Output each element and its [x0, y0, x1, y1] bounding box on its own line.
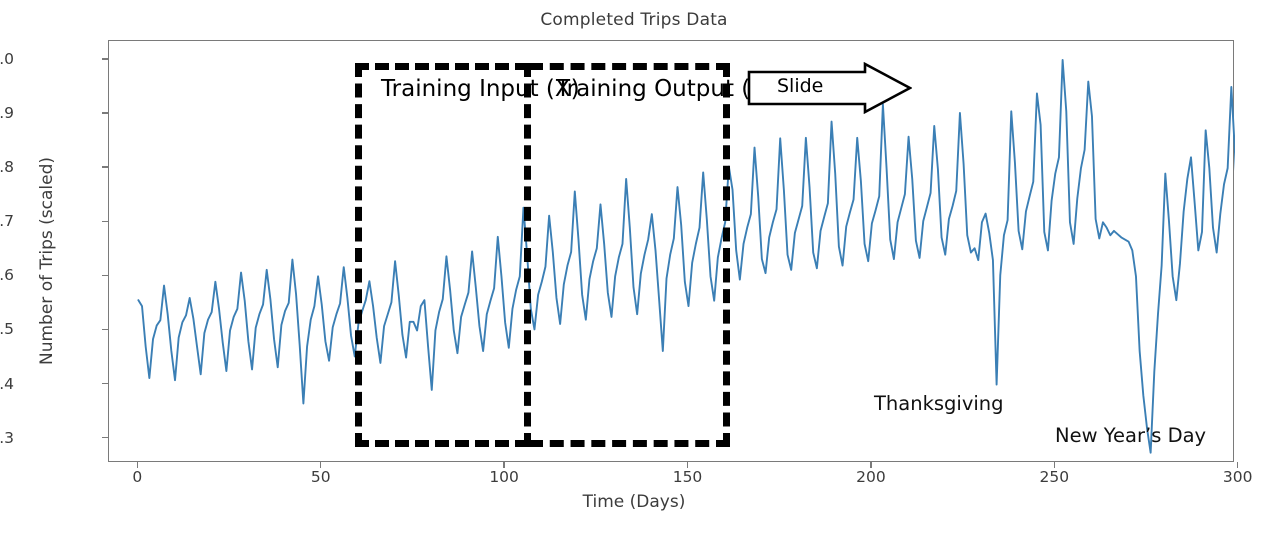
chart-figure: Completed Trips Data Number of Trips (sc…: [0, 0, 1268, 534]
y-axis-label: Number of Trips (scaled): [37, 157, 57, 365]
thanksgiving-annotation: Thanksgiving: [874, 392, 1004, 415]
training-output-label: Training Output (Y): [556, 76, 774, 102]
chart-title: Completed Trips Data: [540, 10, 728, 30]
slide-arrow: Slide: [747, 61, 913, 115]
x-tick-label: 0: [132, 468, 143, 486]
box-divider-line: [524, 63, 531, 447]
y-tick-label: 0.3: [0, 428, 14, 447]
y-tick-label: 0.8: [0, 158, 14, 177]
trips-line-series: [137, 58, 1235, 454]
x-tick-mark: [1237, 462, 1239, 468]
x-tick-label: 150: [672, 468, 703, 486]
series-path-completed-trips: [137, 58, 1235, 454]
slide-arrow-icon: [747, 61, 913, 115]
training-input-label: Training Input (X): [381, 76, 580, 102]
x-tick-label: 250: [1039, 468, 1070, 486]
y-tick-label: 0.7: [0, 212, 14, 231]
y-tick-label: 0.9: [0, 104, 14, 123]
slide-arrow-label: Slide: [777, 75, 824, 97]
x-tick-label: 200: [856, 468, 886, 486]
x-tick-label: 300: [1222, 468, 1253, 486]
y-tick-label: 1.0: [0, 49, 14, 68]
x-tick-label: 100: [489, 468, 519, 486]
new-year-annotation: New Year’s Day: [1055, 424, 1207, 447]
y-tick-label: 0.6: [0, 266, 14, 285]
x-tick-label: 50: [310, 468, 331, 486]
plot-area: [108, 40, 1235, 462]
y-tick-label: 0.5: [0, 320, 14, 339]
y-tick-label: 0.4: [0, 374, 14, 393]
x-axis-label: Time (Days): [582, 492, 686, 512]
